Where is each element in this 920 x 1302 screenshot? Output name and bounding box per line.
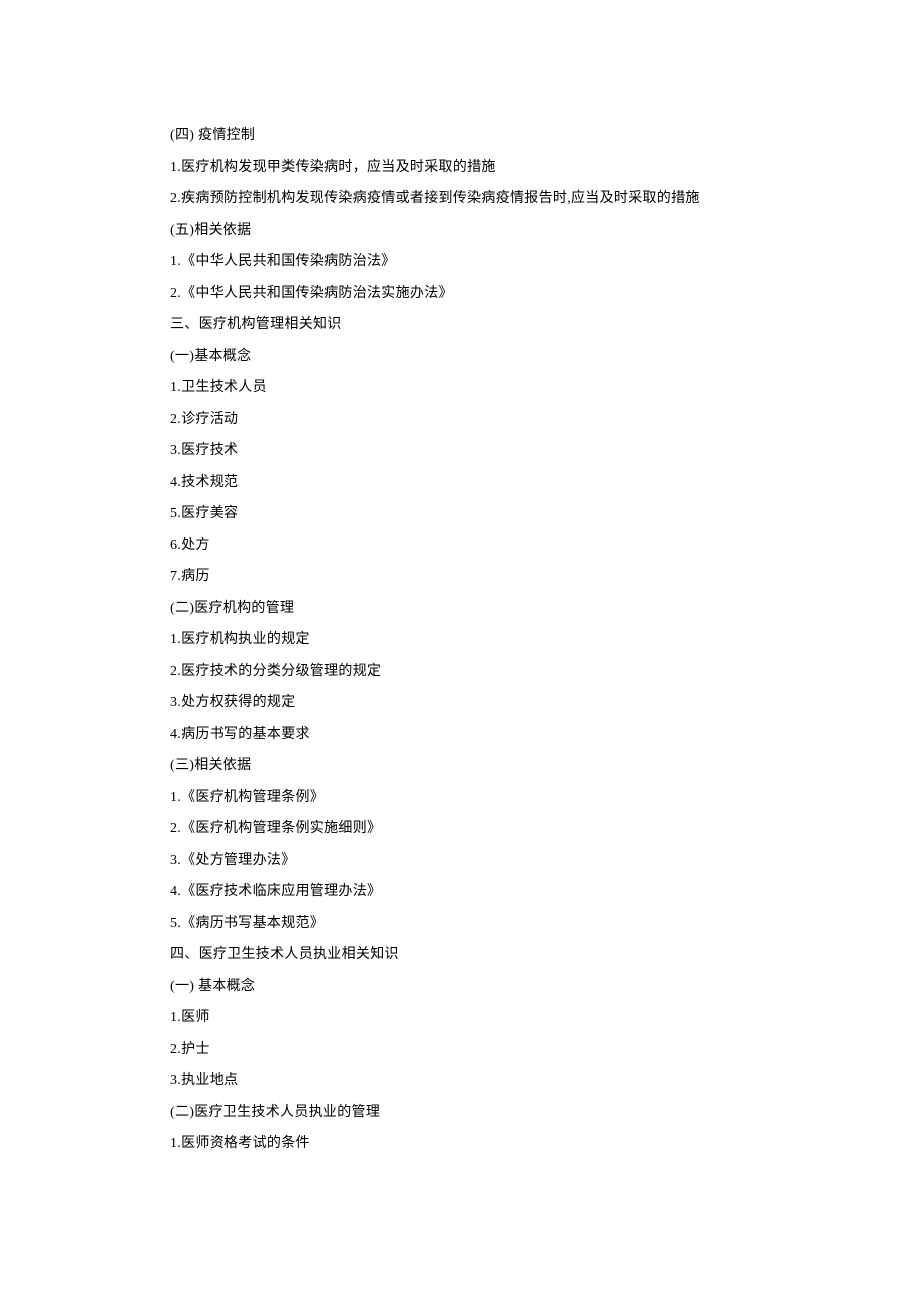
text-line: 1.医师资格考试的条件 bbox=[170, 1128, 750, 1160]
text-line: 1.《医疗机构管理条例》 bbox=[170, 782, 750, 814]
text-line: 5.《病历书写基本规范》 bbox=[170, 908, 750, 940]
text-line: 1.《中华人民共和国传染病防治法》 bbox=[170, 246, 750, 278]
text-line: 2.《中华人民共和国传染病防治法实施办法》 bbox=[170, 278, 750, 310]
text-line: (一) 基本概念 bbox=[170, 971, 750, 1003]
text-line: (五)相关依据 bbox=[170, 215, 750, 247]
text-line: 3.执业地点 bbox=[170, 1065, 750, 1097]
text-line: 5.医疗美容 bbox=[170, 498, 750, 530]
text-line: (二)医疗机构的管理 bbox=[170, 593, 750, 625]
text-line: 6.处方 bbox=[170, 530, 750, 562]
text-line: 2.疾病预防控制机构发现传染病疫情或者接到传染病疫情报告时,应当及时采取的措施 bbox=[170, 183, 750, 215]
text-line: 三、医疗机构管理相关知识 bbox=[170, 309, 750, 341]
text-line: 四、医疗卫生技术人员执业相关知识 bbox=[170, 939, 750, 971]
text-line: 1.医疗机构发现甲类传染病时，应当及时采取的措施 bbox=[170, 152, 750, 184]
text-line: 1.医疗机构执业的规定 bbox=[170, 624, 750, 656]
text-line: 4.《医疗技术临床应用管理办法》 bbox=[170, 876, 750, 908]
text-line: (二)医疗卫生技术人员执业的管理 bbox=[170, 1097, 750, 1129]
text-line: 2.《医疗机构管理条例实施细则》 bbox=[170, 813, 750, 845]
text-line: 2.医疗技术的分类分级管理的规定 bbox=[170, 656, 750, 688]
text-line: (三)相关依据 bbox=[170, 750, 750, 782]
text-line: (四) 疫情控制 bbox=[170, 120, 750, 152]
text-line: 2.诊疗活动 bbox=[170, 404, 750, 436]
text-line: 3.医疗技术 bbox=[170, 435, 750, 467]
text-line: 3.处方权获得的规定 bbox=[170, 687, 750, 719]
text-line: 4.病历书写的基本要求 bbox=[170, 719, 750, 751]
text-line: 2.护士 bbox=[170, 1034, 750, 1066]
text-line: 4.技术规范 bbox=[170, 467, 750, 499]
text-line: 7.病历 bbox=[170, 561, 750, 593]
document-page: (四) 疫情控制 1.医疗机构发现甲类传染病时，应当及时采取的措施 2.疾病预防… bbox=[0, 0, 920, 1160]
text-line: 3.《处方管理办法》 bbox=[170, 845, 750, 877]
text-line: 1.医师 bbox=[170, 1002, 750, 1034]
text-line: 1.卫生技术人员 bbox=[170, 372, 750, 404]
text-line: (一)基本概念 bbox=[170, 341, 750, 373]
